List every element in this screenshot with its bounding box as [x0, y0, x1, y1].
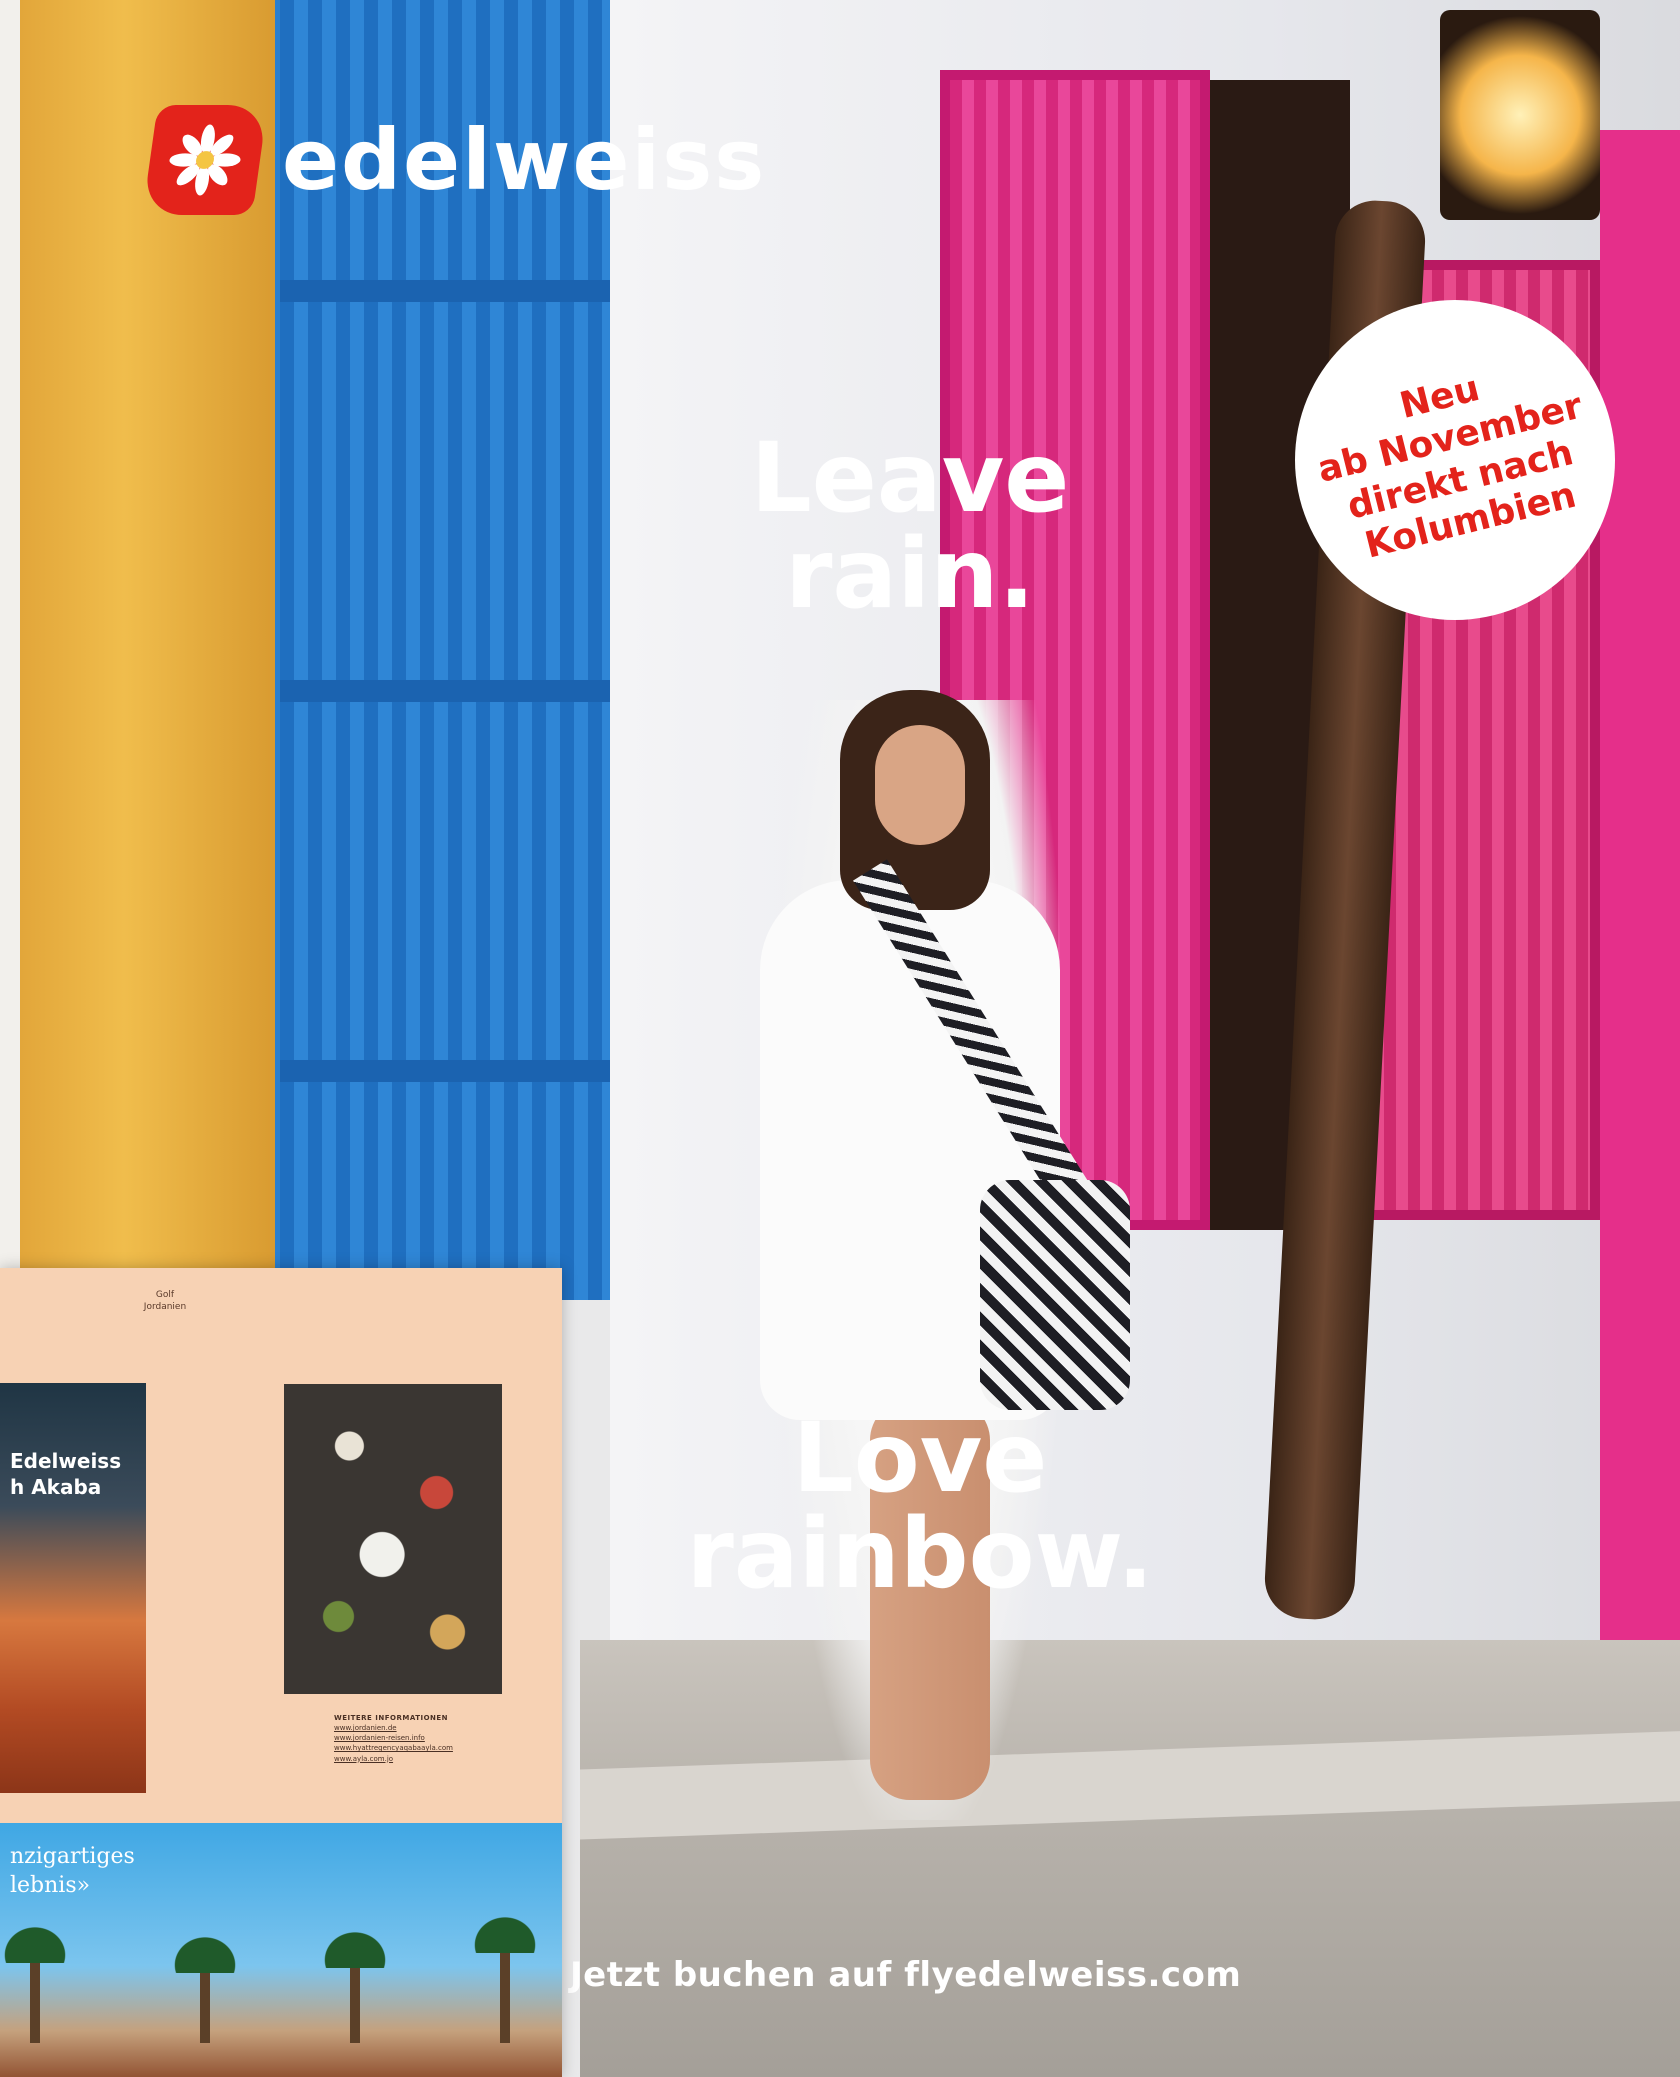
street-ground: [580, 1640, 1680, 2077]
headline-bottom-line-1: Love: [792, 1402, 1048, 1514]
brand-name: edelweiss: [282, 111, 767, 209]
street-lamp: [1440, 10, 1600, 220]
woven-bag: [980, 1180, 1130, 1410]
brochure-link[interactable]: www.hyattregencyaqabaayla.com: [334, 1743, 453, 1753]
brochure-info-block: WEITERE INFORMATIONEN www.jordanien.de w…: [334, 1713, 453, 1764]
brochure-link[interactable]: www.jordanien-reisen.info: [334, 1733, 453, 1743]
brochure-panel-title: Edelweiss h Akaba: [10, 1448, 121, 1500]
palm-tree: [320, 1928, 390, 2043]
edelweiss-logo: edelweiss: [142, 105, 767, 215]
promo-badge: Neu ab November direkt nach Kolumbien: [1295, 300, 1615, 620]
brochure-panel-title-line-1: Edelweiss: [10, 1449, 122, 1473]
pink-pillar: [1600, 130, 1680, 1650]
flower-icon: [169, 124, 241, 196]
palm-tree: [470, 1913, 540, 2043]
brochure-bottom-title-line-2: lebnis»: [10, 1872, 91, 1898]
brochure-info-heading: WEITERE INFORMATIONEN: [334, 1714, 449, 1722]
overlapping-brochure: Golf Jordanien Edelweiss h Akaba WEITERE…: [0, 1268, 562, 2077]
headline-bottom: Love rainbow.: [640, 1410, 1200, 1602]
headline-top: Leave rain.: [700, 430, 1120, 622]
blue-shutter-band: [280, 680, 610, 702]
brochure-link[interactable]: www.ayla.com.jo: [334, 1754, 453, 1764]
brochure-desert-photo: Edelweiss h Akaba: [0, 1383, 146, 1793]
headline-top-line-2: rain.: [785, 518, 1035, 630]
palm-tree: [170, 1933, 240, 2043]
brochure-food-photo: [284, 1384, 502, 1694]
headline-bottom-line-2: rainbow.: [686, 1498, 1154, 1610]
blue-shutter-band: [280, 280, 610, 302]
brochure-panel-title-line-2: h Akaba: [10, 1475, 102, 1499]
headline-top-line-1: Leave: [750, 422, 1070, 534]
brochure-palm-photo: nzigartiges lebnis»: [0, 1823, 562, 2077]
booking-call-to-action[interactable]: Jetzt buchen auf flyedelweiss.com: [570, 1955, 1241, 1995]
advertisement-page: edelweiss Leave rain. Neu ab November di…: [0, 0, 1680, 2077]
brochure-bottom-title: nzigartiges lebnis»: [10, 1843, 135, 1900]
blue-shutter-band: [280, 1060, 610, 1082]
brochure-header-line-2: Jordanien: [143, 1301, 187, 1312]
palm-tree: [0, 1923, 70, 2043]
edelweiss-flower-icon: [142, 105, 268, 215]
person-face: [875, 725, 965, 845]
brochure-header-line-1: Golf: [155, 1290, 175, 1300]
brochure-bottom-title-line-1: nzigartiges: [10, 1844, 135, 1869]
brochure-link[interactable]: www.jordanien.de: [334, 1723, 453, 1733]
brochure-header: Golf Jordanien: [125, 1290, 205, 1313]
